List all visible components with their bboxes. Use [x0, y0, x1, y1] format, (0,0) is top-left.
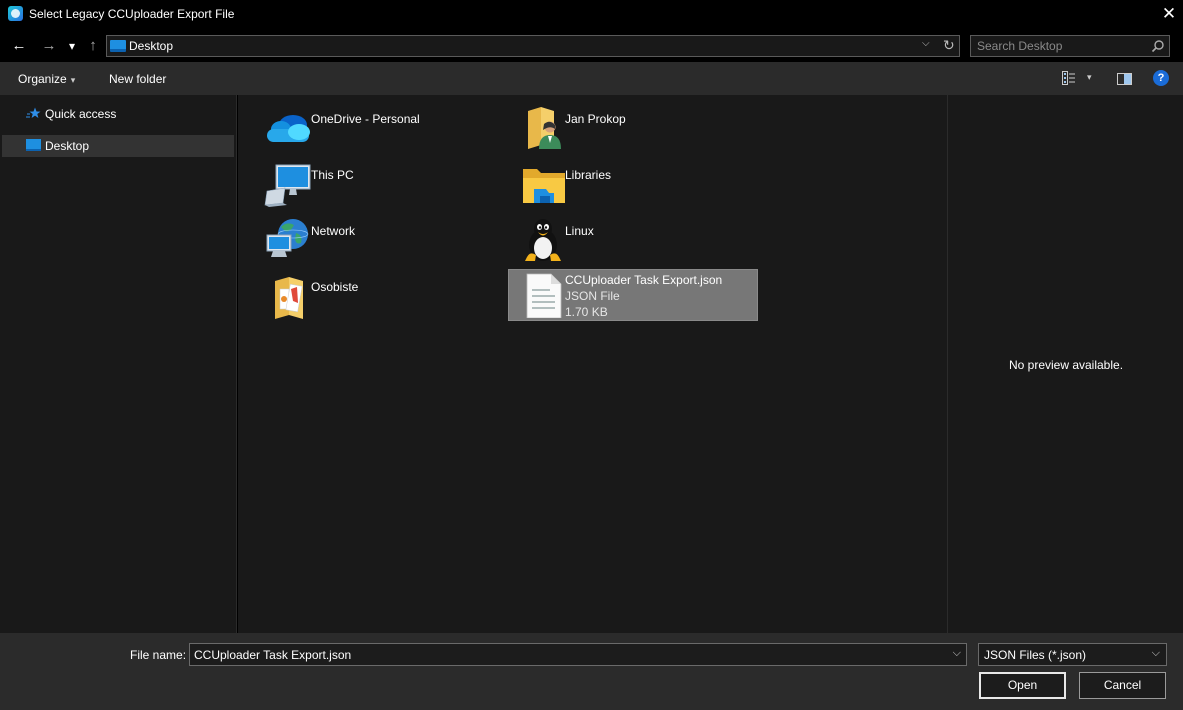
item-size: 1.70 KB — [565, 305, 608, 319]
change-view-icon[interactable] — [1062, 71, 1076, 85]
address-dropdown-button[interactable]: ⌵ — [922, 38, 930, 49]
list-item-onedrive[interactable]: OneDrive - Personal — [255, 101, 505, 153]
item-name: Libraries — [565, 168, 612, 182]
libraries-icon — [523, 169, 565, 203]
command-toolbar: Organize ▾ New folder ▾ ? — [0, 62, 1183, 95]
recent-locations-button[interactable]: ▾ — [66, 36, 78, 56]
app-icon — [8, 6, 23, 21]
address-text[interactable]: Desktop — [129, 39, 173, 53]
list-item-user-folder[interactable]: Jan Prokop — [509, 101, 759, 153]
chevron-down-icon[interactable]: ⌵ — [953, 647, 961, 660]
item-name: OneDrive - Personal — [311, 112, 420, 126]
item-name: Jan Prokop — [565, 112, 626, 126]
list-item-libraries[interactable]: Libraries — [509, 157, 759, 209]
cancel-button[interactable]: Cancel — [1079, 672, 1166, 699]
item-type: JSON File — [565, 289, 620, 303]
chevron-down-icon[interactable]: ⌵ — [1152, 647, 1160, 660]
item-name: Linux — [565, 224, 594, 238]
preview-pane: No preview available. — [947, 95, 1183, 633]
file-name-value[interactable]: CCUploader Task Export.json — [194, 648, 351, 662]
window-title: Select Legacy CCUploader Export File — [29, 7, 235, 21]
list-item-this-pc[interactable]: This PC — [255, 157, 505, 209]
chevron-down-icon: ▾ — [70, 75, 76, 85]
file-name-label: File name: — [130, 648, 187, 662]
search-icon[interactable] — [1151, 39, 1165, 53]
item-name: This PC — [311, 168, 354, 182]
list-item-osobiste[interactable]: Osobiste — [255, 269, 505, 321]
network-icon — [266, 219, 309, 257]
organize-label: Organize — [18, 72, 67, 86]
sidebar-item-quick-access[interactable]: Quick access — [2, 103, 234, 125]
json-file-icon — [526, 273, 562, 318]
list-item-linux[interactable]: Linux — [509, 213, 759, 265]
folder-icon — [275, 277, 303, 319]
user-folder-icon — [528, 107, 561, 149]
list-item-json-file[interactable]: CCUploader Task Export.json JSON File 1.… — [508, 269, 758, 321]
close-button[interactable]: ✕ — [1158, 3, 1180, 25]
refresh-button[interactable]: ↻ — [943, 37, 955, 54]
navigation-bar: ← → ▾ ↑ Desktop ⌵ ↻ — [0, 30, 1183, 62]
desktop-icon — [110, 40, 126, 52]
search-input[interactable] — [977, 39, 1147, 53]
sidebar-item-label: Desktop — [45, 139, 90, 153]
sidebar-item-label: Quick access — [45, 107, 117, 121]
list-item-network[interactable]: Network — [255, 213, 505, 265]
linux-icon — [525, 219, 561, 261]
onedrive-icon — [267, 115, 310, 142]
dialog-footer: File name: CCUploader Task Export.json ⌵… — [0, 633, 1183, 710]
view-options-dropdown[interactable]: ▾ — [1087, 72, 1092, 83]
help-icon[interactable]: ? — [1153, 70, 1169, 86]
item-name: Osobiste — [311, 280, 359, 294]
file-name-field[interactable]: CCUploader Task Export.json ⌵ — [189, 643, 967, 666]
preview-pane-icon[interactable] — [1117, 73, 1132, 85]
address-bar[interactable]: Desktop ⌵ ↻ — [106, 35, 960, 57]
up-button[interactable]: ↑ — [84, 36, 102, 56]
navigation-pane: Quick access Desktop — [0, 95, 237, 633]
item-name: Network — [311, 224, 356, 238]
desktop-icon — [26, 139, 41, 151]
item-name: CCUploader Task Export.json — [565, 273, 723, 287]
sidebar-item-desktop[interactable]: Desktop — [2, 135, 234, 157]
file-list: OneDrive - Personal Jan Prokop This PC L… — [238, 95, 947, 633]
new-folder-button[interactable]: New folder — [109, 72, 166, 86]
file-type-select[interactable]: JSON Files (*.json) ⌵ — [978, 643, 1167, 666]
this-pc-icon — [264, 164, 311, 207]
search-box[interactable] — [970, 35, 1170, 57]
title-bar: Select Legacy CCUploader Export File ✕ — [0, 0, 1183, 30]
back-button[interactable]: ← — [10, 36, 28, 56]
preview-message: No preview available. — [1008, 358, 1124, 372]
forward-button[interactable]: → — [40, 36, 58, 56]
open-button[interactable]: Open — [979, 672, 1066, 699]
organize-button[interactable]: Organize ▾ — [18, 72, 75, 86]
star-icon — [26, 107, 41, 118]
file-type-value: JSON Files (*.json) — [984, 648, 1087, 662]
